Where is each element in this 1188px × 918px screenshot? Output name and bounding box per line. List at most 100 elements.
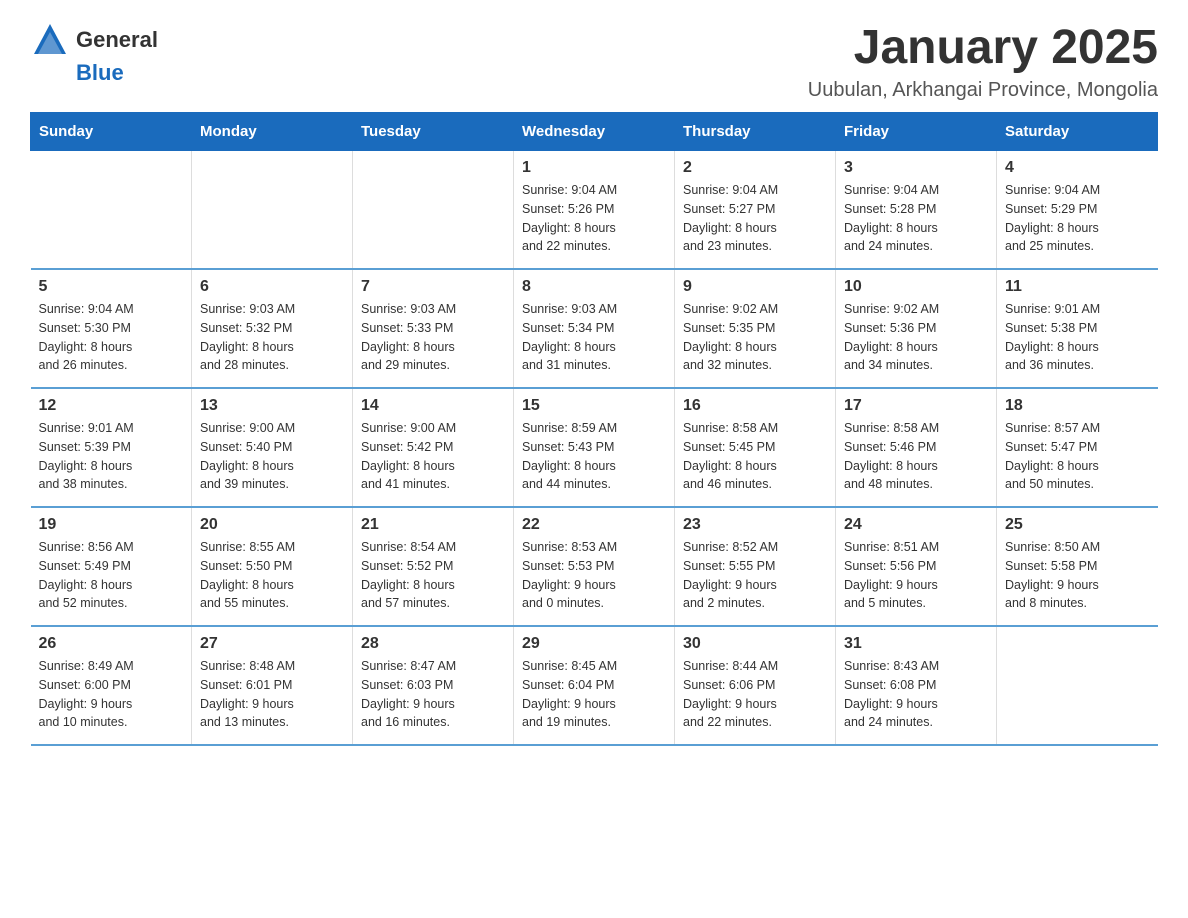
calendar-cell: 27Sunrise: 8:48 AMSunset: 6:01 PMDayligh… <box>192 626 353 745</box>
calendar-cell: 30Sunrise: 8:44 AMSunset: 6:06 PMDayligh… <box>675 626 836 745</box>
day-info: Sunrise: 8:53 AMSunset: 5:53 PMDaylight:… <box>522 538 666 613</box>
day-number: 26 <box>39 635 184 653</box>
day-number: 14 <box>361 397 505 415</box>
day-info: Sunrise: 8:58 AMSunset: 5:46 PMDaylight:… <box>844 419 988 494</box>
day-info: Sunrise: 9:04 AMSunset: 5:29 PMDaylight:… <box>1005 181 1150 256</box>
day-info: Sunrise: 9:03 AMSunset: 5:33 PMDaylight:… <box>361 300 505 375</box>
logo-text-general: General <box>76 27 158 53</box>
weekday-header-friday: Friday <box>836 113 997 151</box>
calendar-cell: 20 Sunrise: 8:55 AMSunset: 5:50 PMDayligh… <box>192 507 353 626</box>
day-number: 11 <box>1005 278 1150 296</box>
calendar-body: 1 Sunrise: 9:04 AMSunset: 5:26 PMDaylight… <box>31 151 1158 746</box>
calendar-cell <box>353 151 514 270</box>
calendar-header: SundayMondayTuesdayWednesdayThursdayFrid… <box>31 113 1158 151</box>
day-number: 20 <box>200 516 344 534</box>
day-number: 23 <box>683 516 827 534</box>
day-number: 24 <box>844 516 988 534</box>
calendar-cell: 4 Sunrise: 9:04 AMSunset: 5:29 PMDaylight… <box>997 151 1158 270</box>
day-number: 28 <box>361 635 505 653</box>
calendar-cell: 7 Sunrise: 9:03 AMSunset: 5:33 PMDaylight… <box>353 269 514 388</box>
day-info: Sunrise: 9:04 AMSunset: 5:27 PMDaylight:… <box>683 181 827 256</box>
day-info: Sunrise: 9:00 AMSunset: 5:40 PMDaylight:… <box>200 419 344 494</box>
day-info: Sunrise: 9:04 AMSunset: 5:30 PMDaylight:… <box>39 300 184 375</box>
calendar-cell: 2 Sunrise: 9:04 AMSunset: 5:27 PMDaylight… <box>675 151 836 270</box>
calendar-cell: 26 Sunrise: 8:49 AMSunset: 6:00 PMDayligh… <box>31 626 192 745</box>
calendar-cell: 29Sunrise: 8:45 AMSunset: 6:04 PMDayligh… <box>514 626 675 745</box>
calendar-cell: 21 Sunrise: 8:54 AMSunset: 5:52 PMDayligh… <box>353 507 514 626</box>
calendar-cell: 6 Sunrise: 9:03 AMSunset: 5:32 PMDaylight… <box>192 269 353 388</box>
day-info: Sunrise: 8:56 AMSunset: 5:49 PMDaylight:… <box>39 538 184 613</box>
calendar-cell: 5Sunrise: 9:04 AMSunset: 5:30 PMDaylight… <box>31 269 192 388</box>
day-number: 21 <box>361 516 505 534</box>
calendar-cell: 12Sunrise: 9:01 AMSunset: 5:39 PMDayligh… <box>31 388 192 507</box>
day-number: 13 <box>200 397 344 415</box>
day-info: Sunrise: 8:55 AMSunset: 5:50 PMDaylight:… <box>200 538 344 613</box>
calendar-cell: 17Sunrise: 8:58 AMSunset: 5:46 PMDayligh… <box>836 388 997 507</box>
day-number: 19 <box>39 516 184 534</box>
day-info: Sunrise: 8:47 AMSunset: 6:03 PMDaylight:… <box>361 657 505 732</box>
calendar-cell <box>192 151 353 270</box>
day-number: 30 <box>683 635 827 653</box>
calendar-cell <box>31 151 192 270</box>
calendar-week-5: 26 Sunrise: 8:49 AMSunset: 6:00 PMDayligh… <box>31 626 1158 745</box>
day-info: Sunrise: 8:51 AMSunset: 5:56 PMDaylight:… <box>844 538 988 613</box>
calendar-cell: 31 Sunrise: 8:43 AMSunset: 6:08 PMDayligh… <box>836 626 997 745</box>
calendar-cell: 18 Sunrise: 8:57 AMSunset: 5:47 PMDayligh… <box>997 388 1158 507</box>
day-info: Sunrise: 9:04 AMSunset: 5:28 PMDaylight:… <box>844 181 988 256</box>
day-number: 15 <box>522 397 666 415</box>
day-number: 3 <box>844 159 988 177</box>
logo-text-blue: Blue <box>76 60 124 86</box>
day-number: 10 <box>844 278 988 296</box>
weekday-header-monday: Monday <box>192 113 353 151</box>
calendar-cell: 28 Sunrise: 8:47 AMSunset: 6:03 PMDayligh… <box>353 626 514 745</box>
weekday-header-thursday: Thursday <box>675 113 836 151</box>
calendar-cell: 23Sunrise: 8:52 AMSunset: 5:55 PMDayligh… <box>675 507 836 626</box>
weekday-header-wednesday: Wednesday <box>514 113 675 151</box>
calendar-week-3: 12Sunrise: 9:01 AMSunset: 5:39 PMDayligh… <box>31 388 1158 507</box>
logo-icon <box>30 20 70 60</box>
title-section: January 2025 Uubulan, Arkhangai Province… <box>808 20 1158 102</box>
calendar-cell: 16Sunrise: 8:58 AMSunset: 5:45 PMDayligh… <box>675 388 836 507</box>
day-number: 8 <box>522 278 666 296</box>
day-number: 7 <box>361 278 505 296</box>
calendar-week-4: 19 Sunrise: 8:56 AMSunset: 5:49 PMDayligh… <box>31 507 1158 626</box>
calendar-week-1: 1 Sunrise: 9:04 AMSunset: 5:26 PMDaylight… <box>31 151 1158 270</box>
calendar-cell: 3 Sunrise: 9:04 AMSunset: 5:28 PMDaylight… <box>836 151 997 270</box>
day-number: 18 <box>1005 397 1150 415</box>
day-info: Sunrise: 8:48 AMSunset: 6:01 PMDaylight:… <box>200 657 344 732</box>
day-info: Sunrise: 8:59 AMSunset: 5:43 PMDaylight:… <box>522 419 666 494</box>
day-info: Sunrise: 8:57 AMSunset: 5:47 PMDaylight:… <box>1005 419 1150 494</box>
location: Uubulan, Arkhangai Province, Mongolia <box>808 79 1158 102</box>
day-info: Sunrise: 9:04 AMSunset: 5:26 PMDaylight:… <box>522 181 666 256</box>
calendar-cell: 25 Sunrise: 8:50 AMSunset: 5:58 PMDayligh… <box>997 507 1158 626</box>
calendar-cell: 19 Sunrise: 8:56 AMSunset: 5:49 PMDayligh… <box>31 507 192 626</box>
day-number: 1 <box>522 159 666 177</box>
day-info: Sunrise: 9:01 AMSunset: 5:38 PMDaylight:… <box>1005 300 1150 375</box>
day-number: 12 <box>39 397 184 415</box>
day-info: Sunrise: 9:03 AMSunset: 5:32 PMDaylight:… <box>200 300 344 375</box>
weekday-header-tuesday: Tuesday <box>353 113 514 151</box>
day-info: Sunrise: 8:43 AMSunset: 6:08 PMDaylight:… <box>844 657 988 732</box>
page-header: General Blue January 2025 Uubulan, Arkha… <box>30 20 1158 102</box>
day-info: Sunrise: 8:50 AMSunset: 5:58 PMDaylight:… <box>1005 538 1150 613</box>
day-number: 6 <box>200 278 344 296</box>
day-info: Sunrise: 8:49 AMSunset: 6:00 PMDaylight:… <box>39 657 184 732</box>
day-number: 9 <box>683 278 827 296</box>
calendar-cell: 24 Sunrise: 8:51 AMSunset: 5:56 PMDayligh… <box>836 507 997 626</box>
day-number: 2 <box>683 159 827 177</box>
day-number: 31 <box>844 635 988 653</box>
day-info: Sunrise: 9:03 AMSunset: 5:34 PMDaylight:… <box>522 300 666 375</box>
weekday-header-row: SundayMondayTuesdayWednesdayThursdayFrid… <box>31 113 1158 151</box>
calendar-table: SundayMondayTuesdayWednesdayThursdayFrid… <box>30 112 1158 746</box>
calendar-cell: 22Sunrise: 8:53 AMSunset: 5:53 PMDayligh… <box>514 507 675 626</box>
calendar-cell: 15 Sunrise: 8:59 AMSunset: 5:43 PMDayligh… <box>514 388 675 507</box>
day-number: 4 <box>1005 159 1150 177</box>
day-info: Sunrise: 9:02 AMSunset: 5:36 PMDaylight:… <box>844 300 988 375</box>
day-info: Sunrise: 8:54 AMSunset: 5:52 PMDaylight:… <box>361 538 505 613</box>
weekday-header-sunday: Sunday <box>31 113 192 151</box>
calendar-cell: 14 Sunrise: 9:00 AMSunset: 5:42 PMDayligh… <box>353 388 514 507</box>
day-info: Sunrise: 8:58 AMSunset: 5:45 PMDaylight:… <box>683 419 827 494</box>
day-number: 25 <box>1005 516 1150 534</box>
day-info: Sunrise: 8:45 AMSunset: 6:04 PMDaylight:… <box>522 657 666 732</box>
day-info: Sunrise: 9:00 AMSunset: 5:42 PMDaylight:… <box>361 419 505 494</box>
